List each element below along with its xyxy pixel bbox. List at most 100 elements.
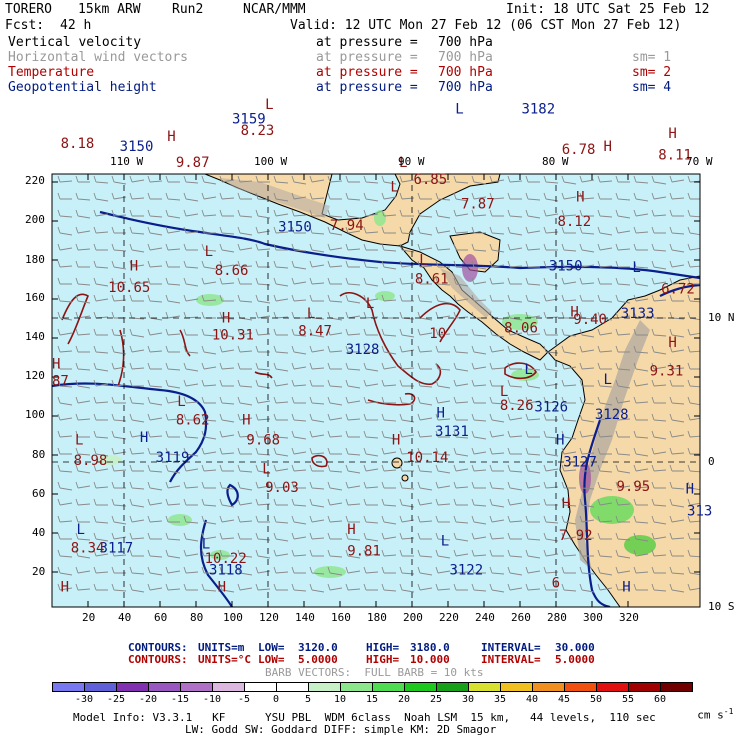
- y-tick-label: 60: [32, 487, 46, 500]
- colorbar-swatch: [148, 682, 181, 692]
- y-tick-label: 120: [25, 369, 45, 382]
- lat-label: 10 S: [708, 600, 735, 613]
- temperature-label: 7.92: [559, 528, 593, 544]
- lat-label: 10 N: [708, 311, 735, 324]
- temperature-extremum-marker: H: [562, 496, 570, 512]
- colorbar-swatch: [660, 682, 693, 692]
- temperature-extremum-marker: H: [668, 335, 676, 351]
- colorbar-label: 50: [589, 694, 603, 705]
- x-tick-label: 260: [511, 611, 531, 624]
- height-extremum-marker: L: [632, 260, 640, 276]
- colorbar-label: 15: [365, 694, 379, 705]
- temperature-label: 9.03: [265, 480, 299, 496]
- x-tick-label: 60: [154, 611, 168, 624]
- temperature-label: 9.68: [246, 433, 280, 449]
- colorbar-swatch: [596, 682, 629, 692]
- height-extremum-marker: L: [76, 522, 84, 538]
- temperature-extremum-marker: H: [570, 305, 578, 321]
- temperature-label: 10.22: [205, 551, 247, 567]
- x-tick-label: 180: [367, 611, 387, 624]
- colorbar-label: -15: [170, 694, 190, 705]
- temperature-extremum-marker: L: [205, 244, 213, 260]
- x-tick-label: 280: [547, 611, 567, 624]
- temperature-label: 6.72: [661, 282, 695, 298]
- temperature-extremum-marker: H: [52, 356, 60, 372]
- temperature-extremum-marker: H: [61, 580, 69, 596]
- lon-label: 100 W: [254, 155, 288, 168]
- temperature-label: 9.31: [650, 364, 684, 380]
- colorbar-swatch: [52, 682, 85, 692]
- height-label: 3126: [534, 400, 568, 416]
- temperature-extremum-marker: H: [347, 522, 355, 538]
- y-tick-label: 20: [32, 565, 46, 578]
- contours-interval-label: INTERVAL=: [481, 653, 541, 666]
- height-label: 3122: [449, 562, 483, 578]
- colorbar-swatch: [468, 682, 501, 692]
- colorbar-label: 40: [525, 694, 539, 705]
- colorbar-label: 35: [493, 694, 507, 705]
- height-label: 3127: [563, 454, 597, 470]
- colorbar-swatch: [116, 682, 149, 692]
- colorbar-swatch: [500, 682, 533, 692]
- height-extremum-marker: H: [556, 433, 564, 449]
- height-extremum-marker: H: [686, 482, 694, 498]
- temperature-label: 10: [429, 326, 446, 342]
- temperature-label: 8.26: [500, 398, 534, 414]
- colorbar-swatch: [564, 682, 597, 692]
- temperature-label: 8.12: [557, 214, 591, 230]
- temperature-label: 6.85: [413, 172, 447, 188]
- colorbar-swatch: [532, 682, 565, 692]
- contours-low-label: LOW=: [258, 653, 285, 666]
- x-tick-label: 20: [82, 611, 96, 624]
- temperature-label: 8.62: [176, 413, 210, 429]
- temperature-label: 7.87: [461, 197, 495, 213]
- temperature-extremum-marker: H: [392, 433, 400, 449]
- temperature-extremum-marker: L: [265, 97, 273, 113]
- colorbar-swatch: [308, 682, 341, 692]
- x-tick-label: 40: [118, 611, 132, 624]
- temperature-extremum-marker: L: [419, 253, 427, 269]
- temperature-extremum-marker: H: [167, 129, 175, 145]
- temperature-extremum-marker: L: [390, 179, 398, 195]
- colorbar-swatch: [212, 682, 245, 692]
- x-tick-label: 140: [295, 611, 315, 624]
- height-extremum-marker: L: [202, 536, 210, 552]
- temperature-label: 9.81: [347, 544, 381, 560]
- colorbar-swatch: [180, 682, 213, 692]
- colorbar-swatch: [340, 682, 373, 692]
- y-tick-label: 160: [25, 291, 45, 304]
- temperature-extremum-marker: H: [604, 139, 612, 155]
- lon-label: 80 W: [542, 155, 569, 168]
- x-tick-label: 300: [583, 611, 603, 624]
- colorbar-label: 60: [653, 694, 667, 705]
- temperature-label: 8.98: [74, 453, 108, 469]
- temperature-extremum-marker: H: [218, 580, 226, 596]
- colorbar-label: 5: [304, 694, 312, 705]
- temperature-label: 8.47: [298, 323, 332, 339]
- temperature-extremum-marker: H: [222, 310, 230, 326]
- height-label: 3128: [346, 342, 380, 358]
- x-tick-label: 240: [475, 611, 495, 624]
- y-tick-label: 220: [25, 174, 45, 187]
- colorbar-units: cm s-1: [684, 694, 733, 722]
- x-tick-label: 160: [331, 611, 351, 624]
- height-extremum-marker: L: [524, 362, 532, 378]
- temperature-label: 87: [52, 374, 69, 390]
- lat-label: 0: [708, 455, 715, 468]
- temperature-label: 8.66: [215, 263, 249, 279]
- temperature-extremum-marker: L: [500, 384, 508, 400]
- temperature-extremum-marker: H: [576, 189, 584, 205]
- temperature-label: 6: [552, 575, 560, 591]
- colorbar-swatch: [628, 682, 661, 692]
- temperature-label: 8.61: [415, 271, 449, 287]
- colorbar-label: -30: [74, 694, 94, 705]
- temperature-label: 9.87: [176, 155, 210, 171]
- contours-low: 5.0000: [298, 653, 338, 666]
- colorbar-swatch: [84, 682, 117, 692]
- temperature-extremum-marker: H: [668, 126, 676, 142]
- temperature-label: 10.65: [108, 280, 150, 296]
- colorbar-swatch: [404, 682, 437, 692]
- temperature-label: 8.34: [71, 541, 105, 557]
- x-tick-label: 320: [619, 611, 639, 624]
- colorbar-label: 0: [272, 694, 280, 705]
